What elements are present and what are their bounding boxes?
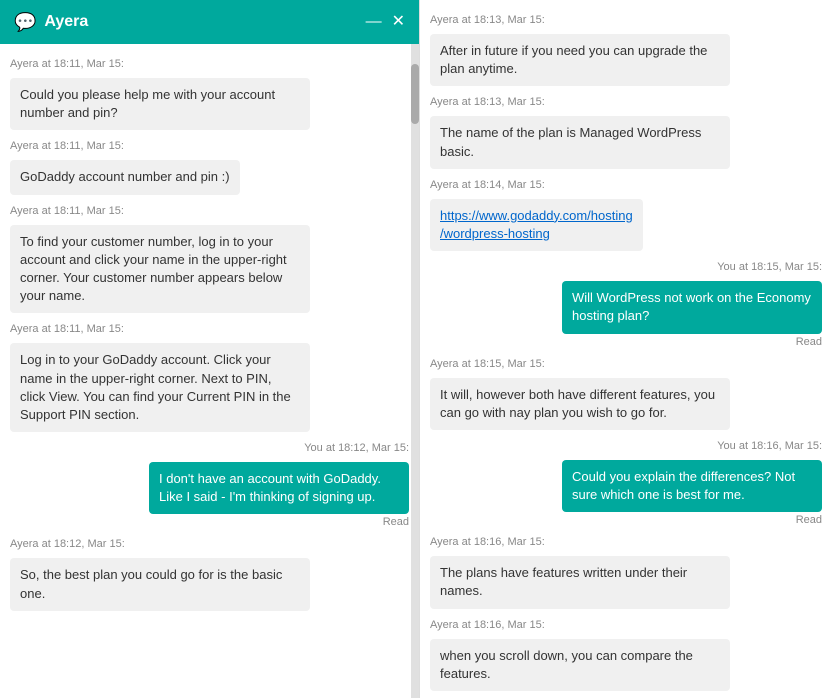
agent-message: when you scroll down, you can compare th… — [430, 639, 730, 691]
left-messages-container: Ayera at 18:11, Mar 15: Could you please… — [0, 44, 419, 698]
timestamp: Ayera at 18:16, Mar 15: — [430, 619, 822, 631]
timestamp: Ayera at 18:11, Mar 15: — [10, 140, 409, 152]
user-message-wrapper: I don't have an account with GoDaddy. Li… — [10, 462, 409, 528]
timestamp: Ayera at 18:14, Mar 15: — [430, 179, 822, 191]
agent-message: It will, however both have different fea… — [430, 378, 730, 430]
hosting-link[interactable]: https://www.godaddy.com/hosting/wordpres… — [440, 208, 633, 241]
right-chat-panel: Ayera at 18:13, Mar 15: After in future … — [420, 0, 832, 698]
timestamp: Ayera at 18:11, Mar 15: — [10, 58, 409, 70]
agent-message: So, the best plan you could go for is th… — [10, 558, 310, 610]
agent-message: Log in to your GoDaddy account. Click yo… — [10, 343, 310, 432]
chat-title: Ayera — [44, 13, 88, 31]
agent-message: To find your customer number, log in to … — [10, 225, 310, 314]
chat-header: 💬 Ayera — ✕ — [0, 0, 419, 44]
read-receipt: Read — [796, 336, 822, 348]
user-message-wrapper: Could you explain the differences? Not s… — [430, 460, 822, 526]
agent-link-message: https://www.godaddy.com/hosting/wordpres… — [430, 199, 643, 251]
read-receipt: Read — [383, 516, 409, 528]
minimize-button[interactable]: — — [366, 14, 382, 30]
timestamp: Ayera at 18:11, Mar 15: — [10, 205, 409, 217]
timestamp: Ayera at 18:12, Mar 15: — [10, 538, 409, 550]
user-message: Will WordPress not work on the Economy h… — [562, 281, 822, 333]
chat-header-left: 💬 Ayera — [14, 12, 88, 33]
agent-message: The plans have features written under th… — [430, 556, 730, 608]
timestamp: Ayera at 18:13, Mar 15: — [430, 14, 822, 26]
timestamp: Ayera at 18:13, Mar 15: — [430, 96, 822, 108]
timestamp: Ayera at 18:15, Mar 15: — [430, 358, 822, 370]
agent-message: GoDaddy account number and pin :) — [10, 160, 240, 194]
agent-message: The name of the plan is Managed WordPres… — [430, 116, 730, 168]
user-timestamp: You at 18:15, Mar 15: — [430, 261, 822, 273]
agent-message: After in future if you need you can upgr… — [430, 34, 730, 86]
user-message: I don't have an account with GoDaddy. Li… — [149, 462, 409, 514]
read-receipt: Read — [796, 514, 822, 526]
chat-icon: 💬 — [14, 12, 36, 33]
agent-message: Could you please help me with your accou… — [10, 78, 310, 130]
timestamp: Ayera at 18:11, Mar 15: — [10, 323, 409, 335]
user-message-wrapper: Will WordPress not work on the Economy h… — [430, 281, 822, 347]
user-timestamp: You at 18:16, Mar 15: — [430, 440, 822, 452]
scrollbar-thumb[interactable] — [411, 64, 419, 124]
scrollbar[interactable] — [411, 44, 419, 698]
user-message: Could you explain the differences? Not s… — [562, 460, 822, 512]
user-timestamp: You at 18:12, Mar 15: — [10, 442, 409, 454]
chat-header-controls: — ✕ — [366, 14, 405, 30]
left-chat-panel: 💬 Ayera — ✕ Ayera at 18:11, Mar 15: Coul… — [0, 0, 420, 698]
timestamp: Ayera at 18:16, Mar 15: — [430, 536, 822, 548]
close-button[interactable]: ✕ — [392, 14, 405, 30]
